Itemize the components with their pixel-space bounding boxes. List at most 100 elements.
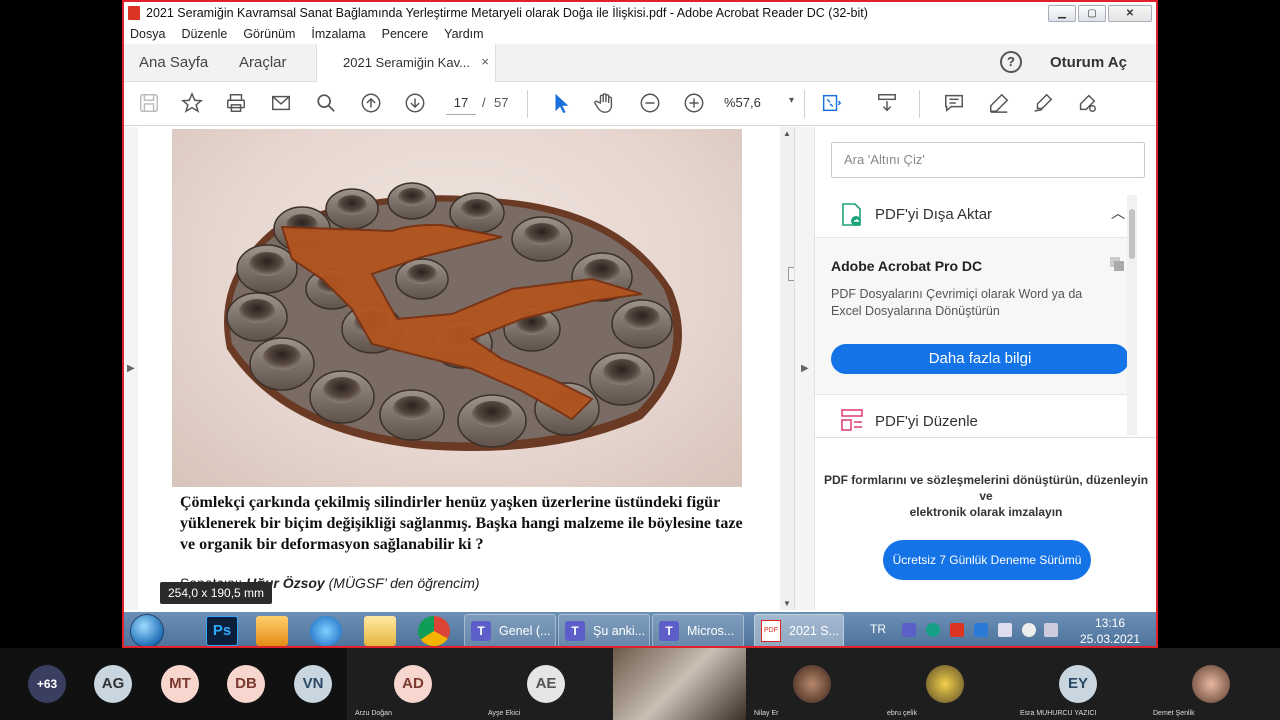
figure-caption: Çömlekçi çarkında çekilmiş silindirler h…: [180, 494, 743, 553]
participant-name: Arzu Doğan: [355, 710, 392, 717]
taskbar-item-teams-current[interactable]: T Şu anki...: [558, 614, 650, 646]
edge-tray-icon[interactable]: [926, 623, 940, 637]
taskbar-item-acrobat[interactable]: PDF 2021 S...: [754, 614, 844, 646]
participant-tile[interactable]: ebru çelik: [879, 648, 1012, 720]
file-explorer-icon[interactable]: [364, 616, 396, 646]
search-icon[interactable]: [313, 90, 339, 116]
signal-icon[interactable]: [998, 623, 1012, 637]
close-window-button[interactable]: ✕: [1108, 4, 1152, 22]
taskbar-item-teams-general[interactable]: T Genel (...: [464, 614, 556, 646]
pdf-page[interactable]: Çömlekçi çarkında çekilmiş silindirler h…: [138, 127, 780, 610]
input-language[interactable]: TR: [870, 622, 886, 636]
more-tools-icon[interactable]: [1074, 90, 1100, 116]
chevron-down-icon: ▾: [788, 95, 794, 106]
copy-icon[interactable]: [1109, 256, 1125, 272]
close-tab-icon[interactable]: ×: [481, 54, 489, 69]
zoom-in-icon[interactable]: [681, 90, 707, 116]
scroll-down-icon[interactable]: ▼: [783, 599, 791, 608]
participant-avatar[interactable]: DB: [227, 665, 265, 703]
participant-avatar[interactable]: MT: [161, 665, 199, 703]
free-trial-button[interactable]: Ücretsiz 7 Günlük Deneme Sürümü: [883, 540, 1091, 580]
left-panel-rail[interactable]: ▶: [124, 127, 138, 610]
sign-promo-text: PDF formlarını ve sözleşmelerini dönüştü…: [815, 472, 1156, 520]
media-player-icon[interactable]: [256, 616, 288, 646]
toolbar-divider: [527, 90, 528, 118]
participant-tile[interactable]: Demet Şenlik: [1145, 648, 1280, 720]
bookmark-star-icon[interactable]: [179, 90, 205, 116]
maximize-button[interactable]: ▢: [1078, 4, 1106, 22]
ceramic-artwork-image: [172, 129, 742, 487]
taskbar-item-teams-microsoft[interactable]: T Micros...: [652, 614, 744, 646]
network-tray-icon[interactable]: [974, 623, 988, 637]
tools-search-input[interactable]: Ara 'Altını Çiz': [831, 142, 1145, 178]
zoom-out-icon[interactable]: [637, 90, 663, 116]
right-panel-rail[interactable]: ▶: [795, 127, 815, 610]
edit-pdf-label: PDF'yi Düzenle: [875, 413, 978, 430]
window-controls: ▁ ▢ ✕: [1048, 4, 1152, 22]
teams-icon: T: [471, 621, 491, 641]
fit-page-icon[interactable]: [818, 90, 844, 116]
export-pdf-row[interactable]: PDF'yi Dışa Aktar ︿: [815, 193, 1137, 237]
title-bar: 2021 Seramiğin Kavramsal Sanat Bağlamınd…: [124, 2, 1156, 24]
zoom-dropdown[interactable]: %57,6 ▾: [724, 95, 794, 110]
participant-tile[interactable]: EY Esra MUHURCU YAZICI: [1012, 648, 1145, 720]
menu-help[interactable]: Yardım: [444, 27, 483, 41]
tab-bar: Ana Sayfa Araçlar 2021 Seramiğin Kav... …: [124, 44, 1156, 82]
tab-document[interactable]: 2021 Seramiğin Kav... ×: [316, 44, 496, 82]
participant-tile[interactable]: AE Ayşe Ekici: [480, 648, 613, 720]
next-page-icon[interactable]: [402, 90, 428, 116]
volume-icon[interactable]: [1022, 623, 1036, 637]
participant-avatar[interactable]: AG: [94, 665, 132, 703]
minimize-button[interactable]: ▁: [1048, 4, 1076, 22]
sign-promo-line-3: elektronik olarak imzalayın: [909, 505, 1063, 519]
scroll-mode-icon[interactable]: [874, 90, 900, 116]
teams-tray-icon[interactable]: [902, 623, 916, 637]
help-icon[interactable]: ?: [1000, 51, 1022, 73]
comment-icon[interactable]: [941, 90, 967, 116]
menu-sign[interactable]: İmzalama: [311, 27, 365, 41]
participant-photo: [926, 665, 964, 703]
participant-avatar: EY: [1059, 665, 1097, 703]
menu-view[interactable]: Görünüm: [243, 27, 295, 41]
participant-tile[interactable]: Nilay Er: [746, 648, 879, 720]
save-icon[interactable]: [136, 90, 162, 116]
toolbar-divider: [919, 90, 920, 118]
page-number-input[interactable]: 17: [446, 93, 476, 115]
previous-page-icon[interactable]: [358, 90, 384, 116]
tools-scrollbar[interactable]: [1127, 195, 1137, 435]
export-pdf-icon: [842, 203, 861, 226]
acrobat-tray-icon[interactable]: [950, 623, 964, 637]
chrome-icon[interactable]: [418, 616, 450, 646]
edit-pdf-icon: [841, 409, 863, 431]
tab-home[interactable]: Ana Sayfa: [139, 54, 208, 71]
sign-in-button[interactable]: Oturum Aç: [1050, 54, 1127, 71]
start-button[interactable]: [130, 614, 164, 646]
hand-tool-icon[interactable]: [592, 90, 618, 116]
menu-edit[interactable]: Düzenle: [181, 27, 227, 41]
email-icon[interactable]: [268, 90, 294, 116]
collapse-right-icon[interactable]: ▶: [801, 363, 809, 374]
highlight-pen-icon[interactable]: [986, 90, 1012, 116]
expand-left-icon[interactable]: ▶: [127, 363, 135, 374]
system-clock[interactable]: 13:16 25.03.2021: [1070, 615, 1150, 646]
presenter-video-tile[interactable]: [613, 648, 746, 720]
scroll-up-icon[interactable]: ▲: [783, 129, 791, 138]
select-cursor-icon[interactable]: [548, 90, 574, 116]
battery-icon[interactable]: [1044, 623, 1058, 637]
print-icon[interactable]: [223, 90, 249, 116]
menu-file[interactable]: Dosya: [130, 27, 165, 41]
participant-avatar[interactable]: VN: [294, 665, 332, 703]
scroll-thumb[interactable]: [1129, 209, 1135, 259]
menu-window[interactable]: Pencere: [382, 27, 429, 41]
learn-more-button[interactable]: Daha fazla bilgi: [831, 344, 1129, 374]
document-scrollbar[interactable]: ▲ ▼: [780, 127, 794, 610]
more-participants-button[interactable]: +63: [28, 665, 66, 703]
chevron-up-icon[interactable]: ︿: [1111, 203, 1125, 223]
tab-tools[interactable]: Araçlar: [239, 54, 287, 71]
internet-explorer-icon[interactable]: [310, 616, 342, 646]
sign-icon[interactable]: [1030, 90, 1056, 116]
participant-tile[interactable]: AD Arzu Doğan: [347, 648, 480, 720]
teams-icon: T: [565, 621, 585, 641]
photoshop-icon[interactable]: Ps: [206, 616, 238, 646]
edit-pdf-row[interactable]: PDF'yi Düzenle: [815, 397, 1137, 437]
